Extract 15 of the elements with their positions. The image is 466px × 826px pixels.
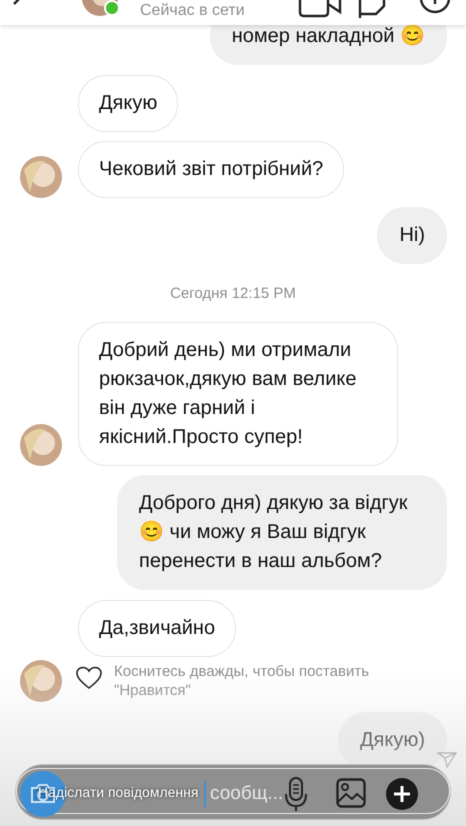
message-bubble: Добрий день) ми отримали рюкзачок,дякую вам велике він дуже гарний і якісний.Просто супер! [78,322,398,466]
heart-icon[interactable] [76,666,102,690]
message-bubble: Доброго дня) дякую за відгук 😊 чи можу я Ваш відгук перенести в наш альбом? [117,475,447,590]
message-bubble: Дякую [78,75,178,132]
like-hint-text: Коснитесь дважды, чтобы поставить "Нравится" [114,662,370,700]
text-cursor [204,781,206,807]
timestamp: Сегодня 12:15 PM [170,284,296,304]
image-icon[interactable] [336,778,366,808]
add-icon[interactable] [386,778,418,810]
microphone-icon[interactable] [284,776,308,812]
message-bubble: Да,звичайно [78,600,236,657]
info-icon[interactable] [418,0,452,16]
message-bubble: Ні) [377,207,447,264]
placeholder-text: сообщ... [210,782,284,806]
message-bubble: Чековий звіт потрібний? [78,141,344,198]
